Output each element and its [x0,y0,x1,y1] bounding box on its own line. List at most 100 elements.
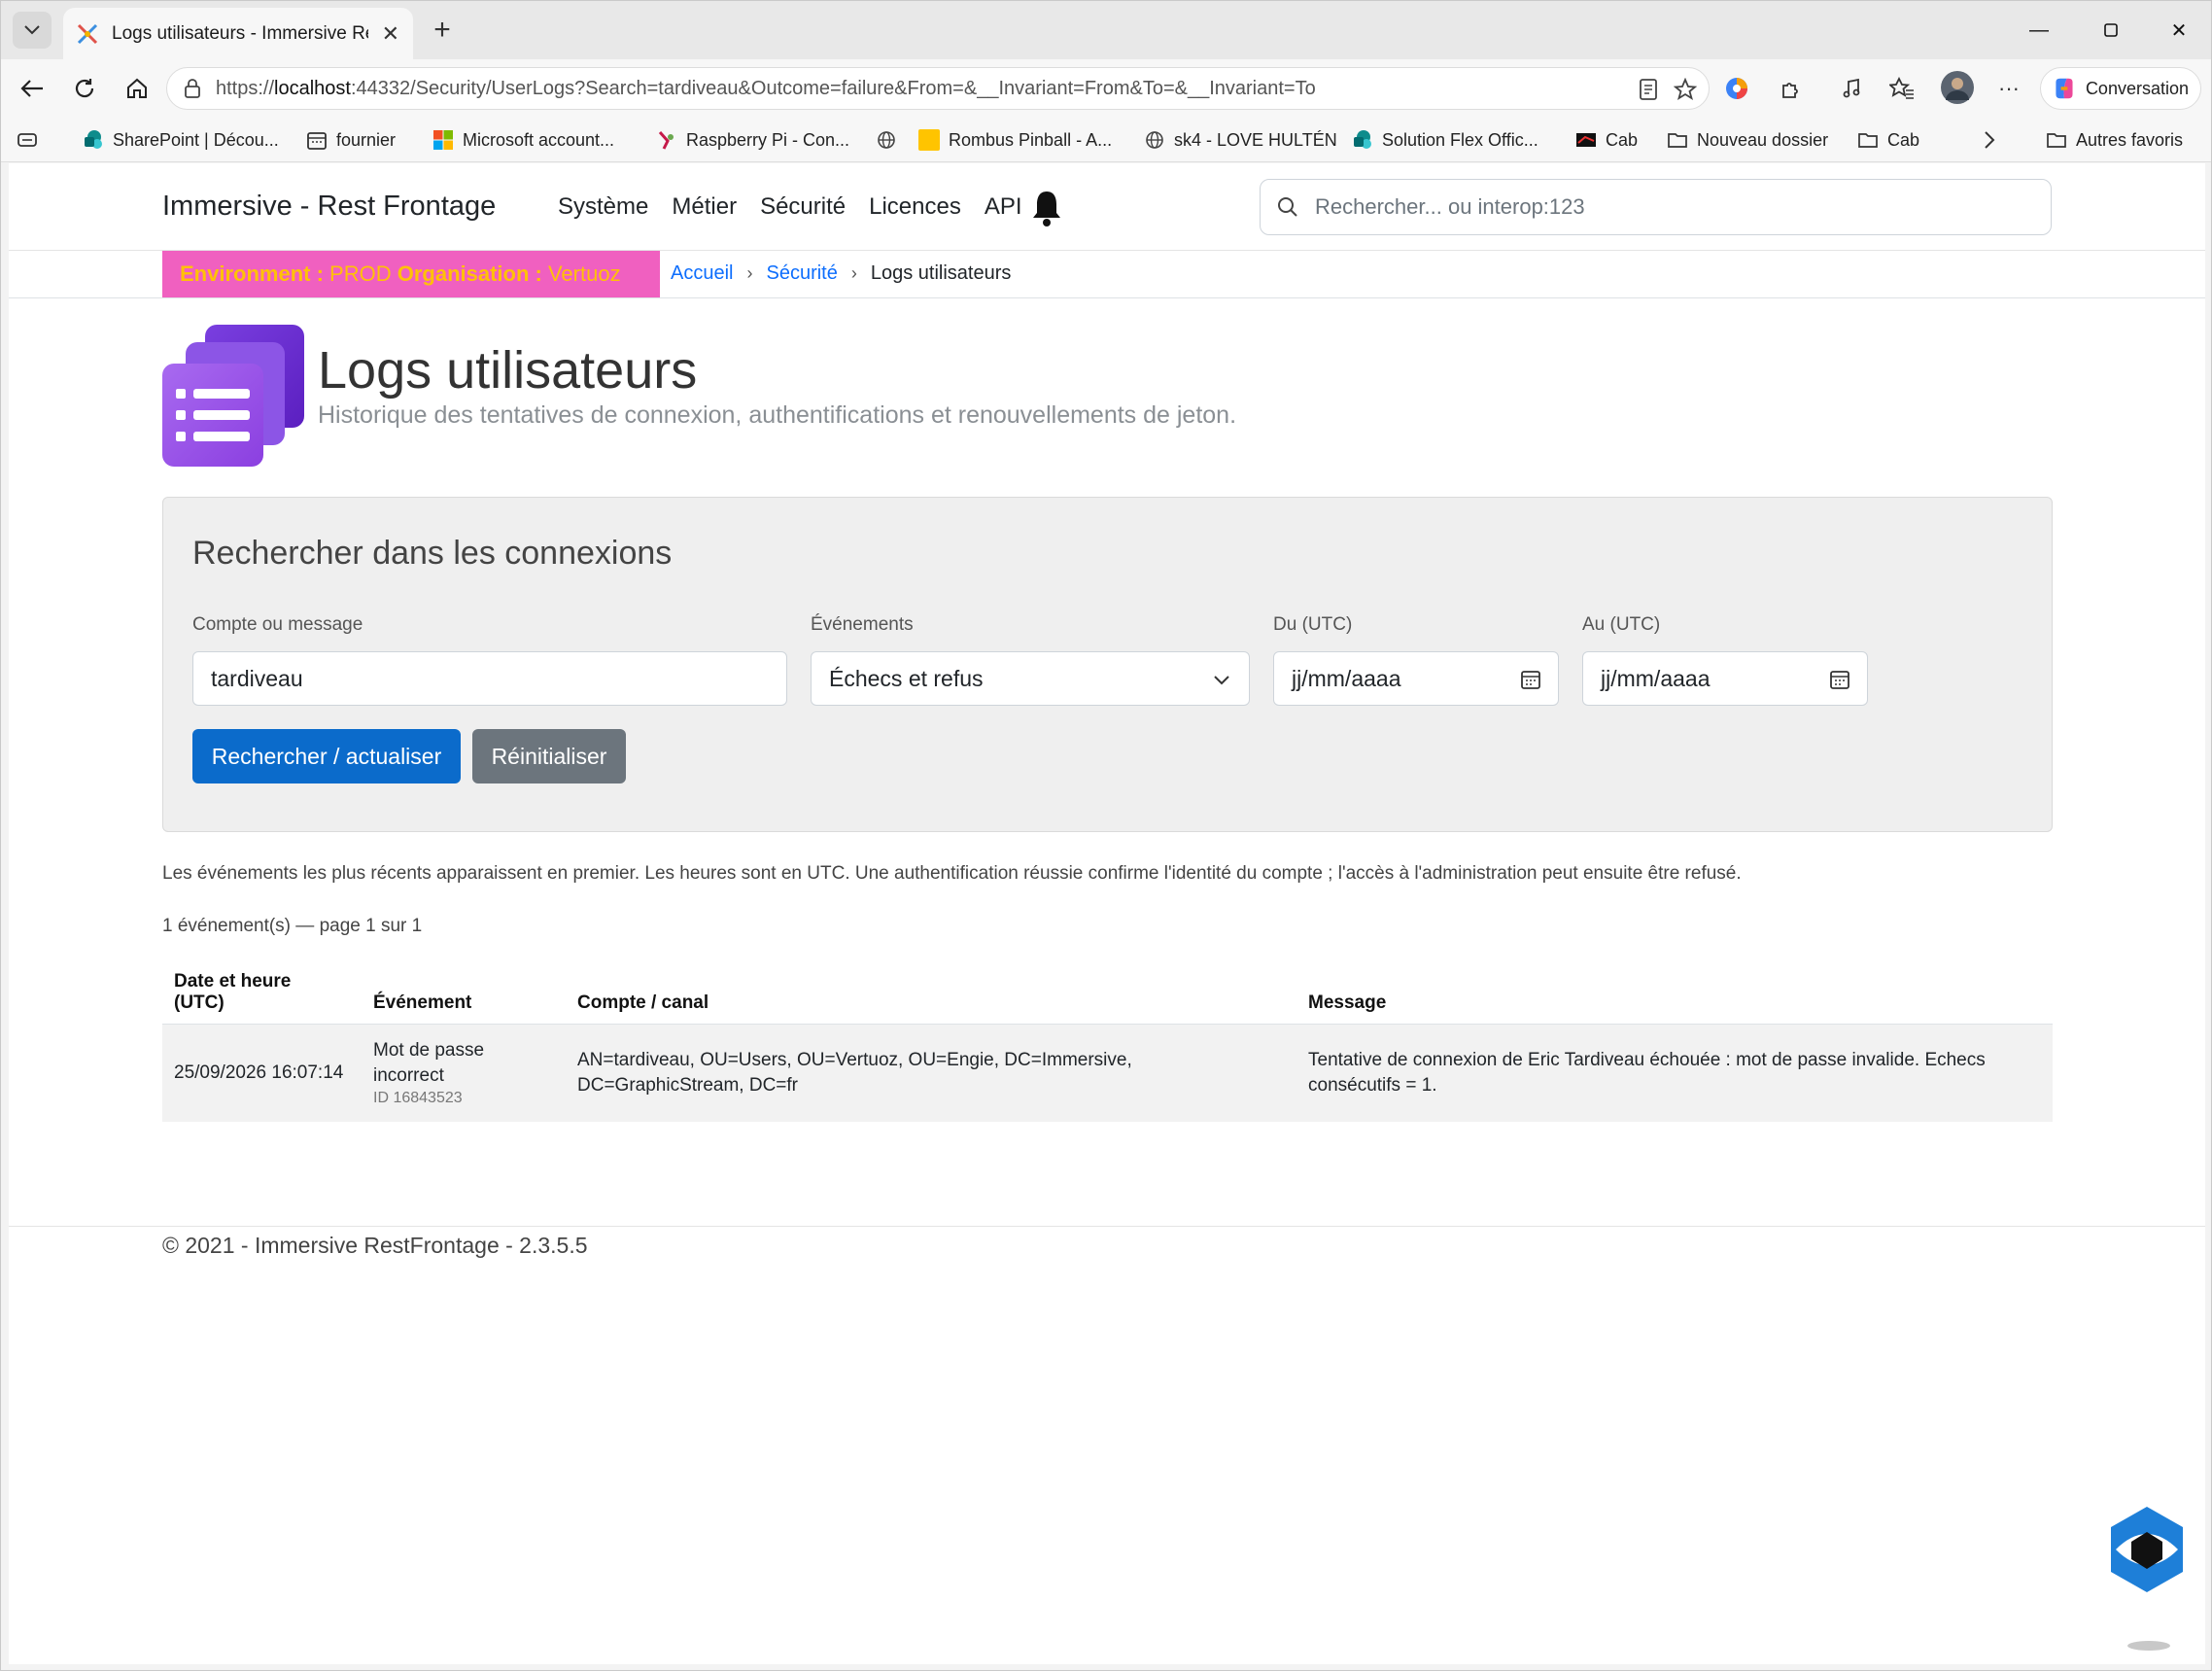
account-label: Compte ou message [192,614,363,635]
column-header-message[interactable]: Message [1296,965,2053,1025]
close-window-button[interactable]: ✕ [2145,1,2212,59]
bookmark-solution-flex[interactable]: Solution Flex Offic... [1352,125,1538,155]
sharepoint-icon [85,130,102,149]
nav-item-securite[interactable]: Sécurité [760,193,846,221]
bookmark-cab[interactable]: Cab [1575,125,1638,155]
copilot-icon [2056,78,2073,99]
bookmark-sk4[interactable]: sk4 - LOVE HULTÉN [1144,125,1337,155]
to-date-input[interactable]: jj/mm/aaaa [1582,651,1868,706]
reset-button[interactable]: Réinitialiser [472,729,626,783]
to-label: Au (UTC) [1582,614,1661,635]
breadcrumb: Accueil › Sécurité › Logs utilisateurs [671,262,1011,285]
logs-table: Date et heure (UTC) Événement Compte / ca… [162,965,2053,1122]
cell-account: AN=tardiveau, OU=Users, OU=Vertuoz, OU=E… [566,1024,1296,1122]
from-date-input[interactable]: jj/mm/aaaa [1273,651,1559,706]
global-search[interactable] [1260,179,2052,235]
calendar-icon [307,132,327,150]
reader-view-icon[interactable] [1637,78,1660,101]
events-select[interactable]: Échecs et refus [811,651,1250,706]
browser-tab-active[interactable]: Logs utilisateurs - Immersive RestF ✕ [63,8,413,59]
assistant-eye-icon[interactable] [2108,1505,2186,1594]
assistant-shadow [2127,1641,2170,1651]
event-name: Mot de passe incorrect [373,1040,485,1086]
bookmark-other-favorites[interactable]: Autres favoris [2046,125,2183,155]
folder-icon [1858,133,1878,148]
bookmark-nouveau-dossier[interactable]: Nouveau dossier [1667,125,1828,155]
favorites-icon[interactable] [1886,73,1918,104]
breadcrumb-chevron-icon: › [746,263,753,283]
app-brand[interactable]: Immersive - Rest Frontage [162,191,496,223]
page-title: Logs utilisateurs [318,341,698,400]
bookmark-rombus[interactable]: Rombus Pinball - A... [918,125,1112,155]
cab-icon [1576,133,1596,147]
chevron-down-icon [24,25,40,35]
back-button[interactable] [13,69,52,108]
globe-icon [878,131,895,149]
search-card-title: Rechercher dans les connexions [192,535,673,572]
cell-date: 25/09/2026 16:07:14 [162,1024,362,1122]
search-card: Rechercher dans les connexions Compte ou… [162,497,2053,832]
url-text[interactable]: https://localhost:44332/Security/UserLog… [216,78,1316,100]
media-icon[interactable] [1836,73,1867,104]
home-button[interactable] [118,69,156,108]
account-input[interactable]: tardiveau [192,651,787,706]
tab-actions-button[interactable] [13,12,52,49]
table-header-row: Date et heure (UTC) Événement Compte / ca… [162,965,2053,1025]
new-tab-button[interactable]: + [425,13,460,48]
search-submit-button[interactable]: Rechercher / actualiser [192,729,461,783]
address-bar[interactable]: https://localhost:44332/Security/UserLog… [166,67,1710,110]
color-extension-icon[interactable] [1721,73,1752,104]
raspberry-icon [658,131,674,150]
footer-copyright: © 2021 - Immersive RestFrontage - 2.3.5.… [162,1233,588,1258]
from-date-placeholder: jj/mm/aaaa [1292,665,1401,691]
from-label: Du (UTC) [1273,614,1353,635]
minimize-button[interactable]: — [2005,1,2073,59]
nav-item-systeme[interactable]: Système [558,193,648,221]
results-count: 1 événement(s) — page 1 sur 1 [162,916,423,936]
column-header-event[interactable]: Événement [362,965,566,1025]
column-header-date[interactable]: Date et heure (UTC) [162,965,362,1025]
profile-avatar[interactable] [1939,69,1976,106]
breadcrumb-home-link[interactable]: Accueil [671,262,733,285]
maximize-button[interactable] [2077,1,2145,59]
copilot-button[interactable]: Conversation [2040,67,2201,110]
calendar-icon[interactable] [1828,668,1851,691]
site-info-icon[interactable] [183,78,202,99]
nav-item-api[interactable]: API [985,193,1022,221]
table-row[interactable]: 25/09/2026 16:07:14 Mot de passe incorre… [162,1024,2053,1122]
breadcrumb-security-link[interactable]: Sécurité [766,262,837,285]
environment-banner: Environment : PROD Organisation : Vertuo… [162,251,660,297]
refresh-button[interactable] [65,69,104,108]
calendar-icon[interactable] [1519,668,1542,691]
bookmark-cab-folder[interactable]: Cab [1857,125,1919,155]
close-tab-icon[interactable]: ✕ [382,21,399,47]
reading-list-icon[interactable] [17,125,38,155]
chevron-right-icon [1985,131,1995,149]
maximize-icon [2104,23,2118,37]
web-page: Immersive - Rest Frontage Système Métier… [9,163,2205,1664]
favorite-star-icon[interactable] [1674,78,1697,101]
notification-bell-icon[interactable] [1029,189,1064,227]
more-menu-icon[interactable]: ··· [1993,73,2024,104]
header-divider [9,297,2205,298]
bookmark-fournier[interactable]: fournier [306,125,396,155]
nav-item-licences[interactable]: Licences [869,193,961,221]
yellow-square-icon [918,129,940,151]
tab-strip: Logs utilisateurs - Immersive RestF ✕ + … [1,1,2211,59]
footer-divider [9,1226,2205,1227]
bookmark-raspberry[interactable]: Raspberry Pi - Con... [656,125,849,155]
bookmarks-overflow-button[interactable] [1984,125,1995,155]
column-header-account[interactable]: Compte / canal [566,965,1296,1025]
cell-message: Tentative de connexion de Eric Tardiveau… [1296,1024,2053,1122]
nav-item-metier[interactable]: Métier [672,193,737,221]
bookmark-globe[interactable] [876,125,897,155]
account-input-value: tardiveau [211,665,303,691]
app-favicon-icon [77,23,98,45]
home-icon [127,78,147,98]
events-label: Événements [811,614,914,635]
bookmark-sharepoint[interactable]: SharePoint | Décou... [83,125,279,155]
bookmark-microsoft[interactable]: Microsoft account... [432,125,614,155]
extensions-icon[interactable] [1776,73,1807,104]
global-search-input[interactable] [1313,193,1993,221]
tab-title: Logs utilisateurs - Immersive RestF [112,22,368,44]
